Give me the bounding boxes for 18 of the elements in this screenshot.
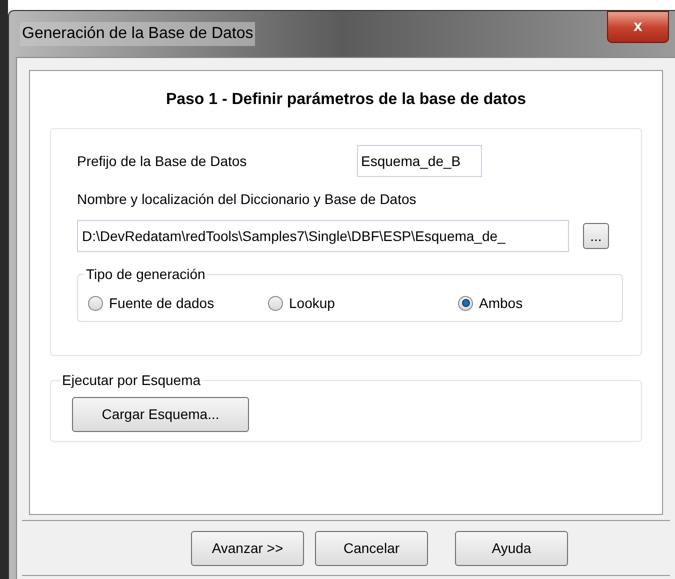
radio-button[interactable]: [458, 296, 473, 310]
dialog-button[interactable]: Ayuda: [455, 530, 568, 566]
prefix-field[interactable]: Esquema_de_B: [357, 145, 482, 177]
radio-label: Ambos: [479, 294, 523, 312]
browse-button[interactable]: ...: [583, 223, 609, 249]
location-label: Nombre y localización del Diccionario y Base de Datos: [77, 190, 418, 209]
dialog-button[interactable]: Avanzar >>: [191, 530, 304, 566]
radio-label: Lookup: [289, 294, 335, 313]
dialog-button[interactable]: Cancelar: [315, 530, 428, 566]
path-field[interactable]: D:\DevRedatam\redTools\Samples7\Single\DBF\ESP\Esquema_de_: [77, 220, 569, 252]
radio-label: Fuente de dados: [109, 294, 214, 312]
prefix-label: Prefijo de la Base de Datos: [77, 152, 248, 171]
close-button[interactable]: x: [607, 11, 669, 43]
radio-button[interactable]: [268, 296, 283, 310]
window-title: Generación de la Base de Datos: [20, 22, 256, 46]
step-heading: Paso 1 - Definir parámetros de la base de datos: [164, 90, 528, 110]
load-schema-button[interactable]: Cargar Esquema...: [72, 397, 249, 432]
radio-button[interactable]: [88, 296, 103, 310]
